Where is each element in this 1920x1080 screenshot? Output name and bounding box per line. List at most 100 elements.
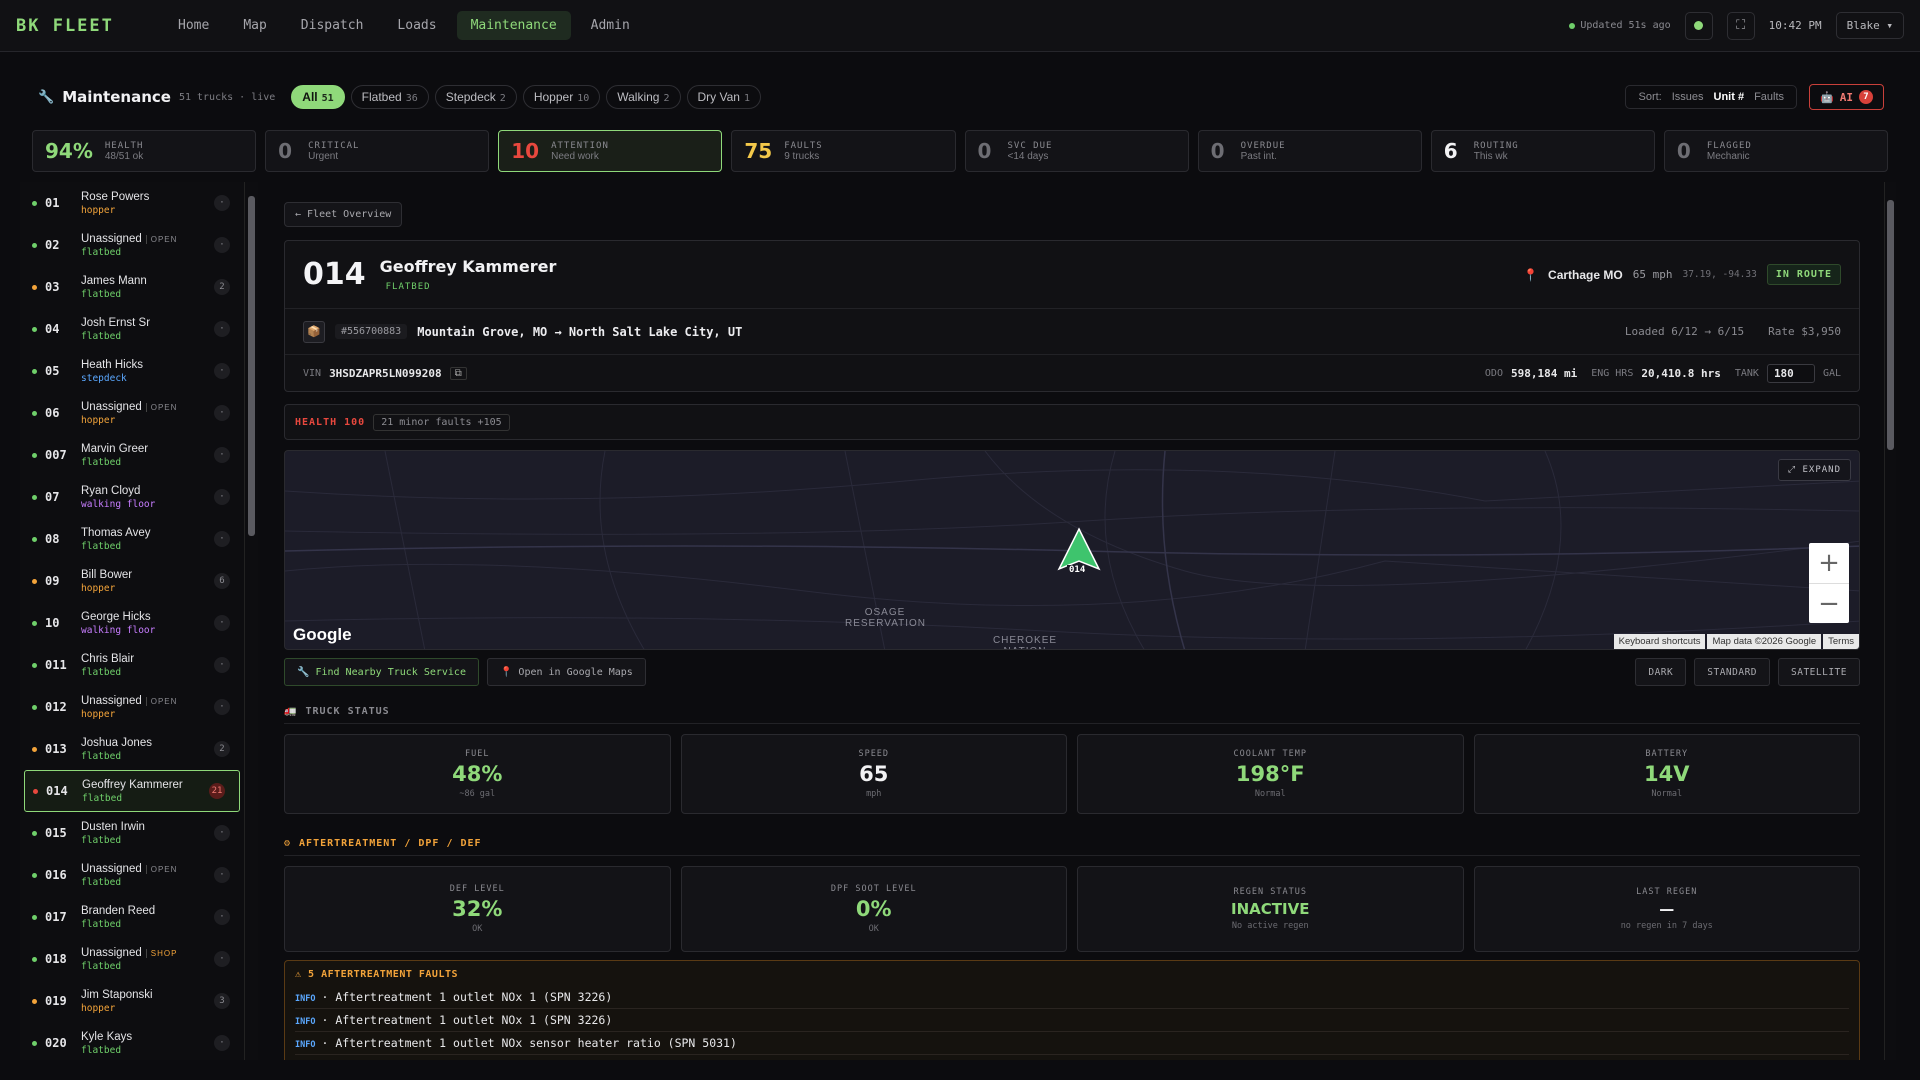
filter-dry-van[interactable]: Dry Van 1 xyxy=(686,85,761,109)
truck-driver: Unassigned xyxy=(81,694,142,707)
status-dot-icon xyxy=(32,410,37,416)
stat-critical[interactable]: 0 CRITICAL Urgent xyxy=(265,130,490,172)
truck-row[interactable]: 011 Chris Blair flatbed · xyxy=(20,644,244,686)
scrollbar-thumb[interactable] xyxy=(248,196,255,536)
nav-admin[interactable]: Admin xyxy=(577,11,644,40)
truck-type: hopper xyxy=(81,414,116,426)
nav-dispatch[interactable]: Dispatch xyxy=(287,11,378,40)
stat-routing[interactable]: 6 ROUTING This wk xyxy=(1430,130,1655,172)
map-label-osage: OSAGE RESERVATION xyxy=(845,607,927,629)
chevron-down-icon: ▾ xyxy=(1886,19,1893,32)
truck-info: Thomas Avey flatbed xyxy=(81,527,150,552)
zoom-out-button[interactable]: − xyxy=(1809,584,1849,624)
stat-health[interactable]: 94% HEALTH 48/51 ok xyxy=(32,130,257,172)
truck-marker[interactable]: 014 xyxy=(1057,527,1101,579)
truck-unit: 012 xyxy=(45,700,67,714)
terms-link[interactable]: Terms xyxy=(1823,634,1859,649)
truck-row[interactable]: 014 Geoffrey Kammerer flatbed 21 xyxy=(24,770,240,812)
truck-row[interactable]: 01 Rose Powers hopper · xyxy=(20,182,244,224)
maintenance-header: 🔧 Maintenance 51 trucks · live All 51 Fla… xyxy=(20,74,1884,120)
truck-row[interactable]: 012 Unassigned OPEN hopper · xyxy=(20,686,244,728)
stat-faults[interactable]: 75 FAULTS 9 trucks xyxy=(731,130,956,172)
nav-right: Updated 51s ago ⛶ 10:42 PM Blake ▾ xyxy=(1569,11,1904,40)
truck-list-scrollbar[interactable] xyxy=(244,182,258,1060)
nav-map[interactable]: Map xyxy=(229,11,280,40)
gauge-value: 48% xyxy=(452,762,503,786)
map-expand-button[interactable]: ⤢ EXPAND xyxy=(1777,459,1851,481)
zoom-in-button[interactable]: + xyxy=(1809,543,1849,583)
filter-label: Stepdeck xyxy=(445,90,496,104)
map-view[interactable]: OSAGE RESERVATION CHEROKEE NATION 014 ⤢ … xyxy=(284,450,1860,650)
stat-attention[interactable]: 10 ATTENTION Need work xyxy=(498,130,723,172)
fault-row[interactable]: INFO · Aftertreatment 1 outlet NOx sensor… xyxy=(295,1032,1849,1055)
truck-row[interactable]: 007 Marvin Greer flatbed · xyxy=(20,434,244,476)
truck-row[interactable]: 020 Kyle Kays flatbed · xyxy=(20,1022,244,1060)
tank-input[interactable]: 180 xyxy=(1766,363,1815,383)
robot-icon: 🤖 xyxy=(1820,90,1834,104)
scrollbar-thumb[interactable] xyxy=(1887,200,1894,450)
nav-loads[interactable]: Loads xyxy=(383,11,450,40)
truck-row[interactable]: 08 Thomas Avey flatbed · xyxy=(20,518,244,560)
truck-unit: 007 xyxy=(45,448,67,462)
filter-all[interactable]: All 51 xyxy=(291,85,345,109)
truck-row[interactable]: 013 Joshua Jones flatbed 2 xyxy=(20,728,244,770)
sort-unit[interactable]: Unit # xyxy=(1714,91,1745,103)
truck-info: Branden Reed flatbed xyxy=(81,905,155,930)
filter-hopper[interactable]: Hopper 10 xyxy=(522,85,601,109)
ai-button[interactable]: 🤖 AI 7 xyxy=(1809,84,1884,110)
fault-row[interactable]: INFO · Aftertreatment 1 outlet NOx 1 (SPN… xyxy=(295,986,1849,1009)
truck-row[interactable]: 09 Bill Bower hopper 6 xyxy=(20,560,244,602)
detail-scrollbar[interactable] xyxy=(1884,182,1896,1060)
truck-row[interactable]: 04 Josh Ernst Sr flatbed · xyxy=(20,308,244,350)
truck-row[interactable]: 03 James Mann flatbed 2 xyxy=(20,266,244,308)
stat-value: 0 xyxy=(1676,139,1691,163)
stat-flagged[interactable]: 0 FLAGGED Mechanic xyxy=(1663,130,1888,172)
filter-label: Walking xyxy=(617,90,660,104)
filter-flatbed[interactable]: Flatbed 36 xyxy=(350,85,429,109)
open-google-maps-button[interactable]: 📍 Open in Google Maps xyxy=(486,658,646,686)
truck-row[interactable]: 016 Unassigned OPEN flatbed · xyxy=(20,854,244,896)
fullscreen-button[interactable]: ⛶ xyxy=(1726,11,1755,40)
sort-control: Sort: Issues Unit # Faults xyxy=(1625,85,1798,109)
truck-driver-line: Joshua Jones xyxy=(81,737,152,749)
current-coords: 37.19, -94.33 xyxy=(1682,269,1757,280)
gauge-label: DPF SOOT LEVEL xyxy=(830,884,917,894)
truck-driver: Unassigned xyxy=(81,946,142,959)
filter-stepdeck[interactable]: Stepdeck 2 xyxy=(434,85,517,109)
truck-row[interactable]: 02 Unassigned OPEN flatbed · xyxy=(20,224,244,266)
sort-issues[interactable]: Issues xyxy=(1672,91,1704,103)
pin-icon: 📍 xyxy=(1523,267,1539,282)
map-style-dark[interactable]: DARK xyxy=(1635,658,1687,686)
truck-row[interactable]: 10 George Hicks walking floor · xyxy=(20,602,244,644)
fault-row[interactable]: INFO · Aftertreatment 1 outlet NOx 1 (SPN… xyxy=(295,1009,1849,1032)
brand-logo[interactable]: BK FLEET xyxy=(16,16,156,36)
map-style-satellite[interactable]: SATELLITE xyxy=(1778,658,1860,686)
fleet-overview-button[interactable]: ← Fleet Overview xyxy=(284,202,403,227)
truck-row[interactable]: 06 Unassigned OPEN hopper · xyxy=(20,392,244,434)
location-block: 📍 Carthage MO 65 mph 37.19, -94.33 IN RO… xyxy=(1523,264,1841,285)
find-service-button[interactable]: 🔧 Find Nearby Truck Service xyxy=(284,658,479,686)
filter-walking[interactable]: Walking 2 xyxy=(606,85,681,109)
truck-row[interactable]: 015 Dusten Irwin flatbed · xyxy=(20,812,244,854)
sort-faults[interactable]: Faults xyxy=(1754,91,1784,103)
nav-links: Home Map Dispatch Loads Maintenance Admi… xyxy=(164,11,644,40)
map-style-standard[interactable]: STANDARD xyxy=(1694,658,1771,686)
health-note[interactable]: 21 minor faults +105 xyxy=(373,413,510,431)
keyboard-shortcuts-link[interactable]: Keyboard shortcuts xyxy=(1613,634,1706,649)
truck-row[interactable]: 07 Ryan Cloyd walking floor · xyxy=(20,476,244,518)
nav-maintenance[interactable]: Maintenance xyxy=(456,11,571,40)
truck-row[interactable]: 018 Unassigned SHOP flatbed · xyxy=(20,938,244,980)
truck-unit: 013 xyxy=(45,742,67,756)
stat-overdue[interactable]: 0 OVERDUE Past int. xyxy=(1197,130,1422,172)
load-id[interactable]: #556700883 xyxy=(335,324,408,339)
truck-driver-line: Bill Bower xyxy=(81,569,132,581)
user-menu-button[interactable]: Blake ▾ xyxy=(1835,12,1904,39)
truck-row[interactable]: 05 Heath Hicks stepdeck · xyxy=(20,350,244,392)
status-indicator-button[interactable] xyxy=(1684,11,1713,40)
truck-driver: Jim Staponski xyxy=(81,988,153,1001)
truck-row[interactable]: 019 Jim Staponski hopper 3 xyxy=(20,980,244,1022)
copy-icon[interactable]: ⧉ xyxy=(449,366,467,380)
truck-row[interactable]: 017 Branden Reed flatbed · xyxy=(20,896,244,938)
stat-svc-due[interactable]: 0 SVC DUE <14 days xyxy=(964,130,1189,172)
nav-home[interactable]: Home xyxy=(164,11,223,40)
